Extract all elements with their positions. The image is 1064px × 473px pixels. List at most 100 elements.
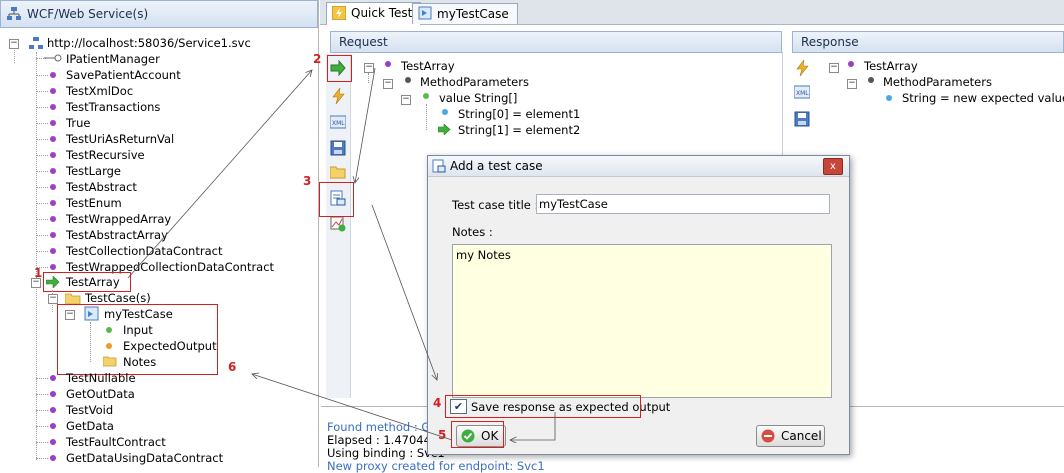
method-node[interactable]: TestAbstract [66, 179, 137, 195]
arrow-2-to-3 [355, 67, 376, 183]
collapse-toggle[interactable]: − [401, 95, 411, 105]
response-params-node[interactable]: MethodParameters [883, 74, 992, 90]
service-icon [29, 37, 43, 49]
tree-line [14, 48, 15, 63]
tree-line [368, 73, 369, 83]
tree-line [426, 104, 427, 130]
request-item-1[interactable]: String[1] = element2 [458, 122, 580, 138]
method-node[interactable]: TestUriAsReturnVal [66, 131, 174, 147]
tree-line [36, 139, 48, 140]
method-node[interactable]: GetDataUsingDataContract [66, 450, 223, 466]
collapse-toggle[interactable]: − [48, 294, 58, 304]
dialog-title: Add a test case [450, 159, 543, 173]
request-params-node[interactable]: MethodParameters [420, 74, 529, 90]
method-dot-icon [50, 200, 56, 206]
add-test-case-dialog: Add a test case x Test case title : myTe… [427, 155, 850, 455]
service-url-node[interactable]: http://localhost:58036/Service1.svc [47, 35, 251, 51]
open-folder-icon[interactable] [330, 164, 346, 180]
annotation-box-1 [43, 272, 131, 292]
method-node[interactable]: TestLarge [66, 163, 121, 179]
annotation-box-4 [445, 395, 641, 418]
dialog-icon [432, 159, 446, 173]
method-node[interactable]: TestVoid [66, 402, 113, 418]
tab-quick-test-label: Quick Test [351, 6, 413, 20]
service-panel-title: WCF/Web Service(s) [27, 7, 149, 21]
tab-quick-test[interactable]: Quick Test [326, 2, 422, 25]
method-node[interactable]: TestNullable [66, 370, 136, 386]
tree-line [36, 75, 48, 76]
method-dot-icon [50, 423, 56, 429]
request-root-node[interactable]: TestArray [401, 58, 455, 74]
method-dot-icon [50, 120, 56, 126]
request-value-node[interactable]: value String[] [439, 90, 517, 106]
close-icon[interactable]: x [823, 158, 843, 175]
status-line-4: New proxy created for endpoint: Svc1 [327, 459, 545, 473]
method-dot-icon [50, 248, 56, 254]
method-dot-icon [50, 72, 56, 78]
interface-node[interactable]: IPatientManager [66, 51, 160, 67]
chart-add-icon[interactable] [330, 216, 346, 232]
xml-icon[interactable]: XML [794, 84, 810, 100]
tree-line [36, 171, 48, 172]
tree-line [36, 426, 48, 427]
cancel-button[interactable]: Cancel [756, 425, 825, 447]
method-node[interactable]: True [66, 115, 90, 131]
tab-mytestcase[interactable]: myTestCase [412, 3, 518, 24]
xml-icon[interactable]: XML [330, 114, 346, 130]
method-node[interactable]: TestAbstractArray [66, 227, 168, 243]
annotation-box-6 [57, 304, 218, 375]
method-node[interactable]: TestWrappedArray [66, 211, 171, 227]
method-node[interactable]: GetOutData [66, 386, 135, 402]
method-dot-icon [50, 104, 56, 110]
tree-line [36, 410, 48, 411]
method-node[interactable]: TestTransactions [66, 99, 160, 115]
tree-line [36, 155, 48, 156]
method-node[interactable]: TestEnum [66, 195, 122, 211]
arrow-right-icon [438, 124, 451, 135]
method-dot-icon [50, 375, 56, 381]
notes-textarea[interactable]: my Notes [452, 244, 832, 398]
collapse-toggle[interactable]: − [383, 79, 393, 89]
method-node[interactable]: GetData [66, 418, 114, 434]
method-dot-icon [50, 391, 56, 397]
method-dot-icon [50, 184, 56, 190]
method-dot-icon [385, 61, 391, 67]
tree-line [36, 442, 48, 443]
response-header: Response [792, 31, 1064, 53]
response-item-node[interactable]: String = new expected value [902, 90, 1064, 106]
annotation-box-2 [327, 55, 352, 82]
response-root-node[interactable]: TestArray [864, 58, 918, 74]
method-node[interactable]: TestXmlDoc [66, 83, 133, 99]
tree-line [36, 235, 48, 236]
method-node[interactable]: TestFaultContract [66, 434, 166, 450]
title-label: Test case title : [452, 198, 539, 212]
title-input[interactable]: myTestCase [536, 194, 830, 214]
lightning-icon[interactable] [330, 88, 346, 104]
save-icon[interactable] [330, 140, 346, 156]
dialog-titlebar[interactable]: Add a test case x [428, 156, 849, 177]
value-dot-icon [423, 93, 429, 99]
service-tree-panel: WCF/Web Service(s) − http://localhost:58… [0, 0, 319, 467]
method-node[interactable]: TestRecursive [66, 147, 145, 163]
method-dot-icon [50, 168, 56, 174]
tree-line [36, 378, 48, 379]
tree-line [36, 251, 48, 252]
method-node[interactable]: TestCollectionDataContract [66, 243, 222, 259]
lightning-icon[interactable] [794, 60, 810, 76]
item-dot-icon [442, 109, 448, 115]
collapse-toggle[interactable]: − [9, 39, 19, 49]
tree-line [36, 394, 48, 395]
interface-icon [44, 54, 62, 62]
method-dot-icon [50, 455, 56, 461]
tree-line [36, 52, 37, 460]
method-dot-icon [50, 136, 56, 142]
collapse-toggle[interactable]: − [364, 63, 374, 73]
annotation-label-4: 4 [433, 396, 442, 410]
collapse-toggle[interactable]: − [847, 79, 857, 89]
save-icon[interactable] [794, 111, 810, 127]
annotation-label-5: 5 [438, 428, 447, 442]
collapse-toggle[interactable]: − [829, 63, 839, 73]
request-item-0[interactable]: String[0] = element1 [458, 106, 580, 122]
method-node[interactable]: SavePatientAccount [66, 67, 181, 83]
annotation-box-3 [319, 182, 354, 217]
